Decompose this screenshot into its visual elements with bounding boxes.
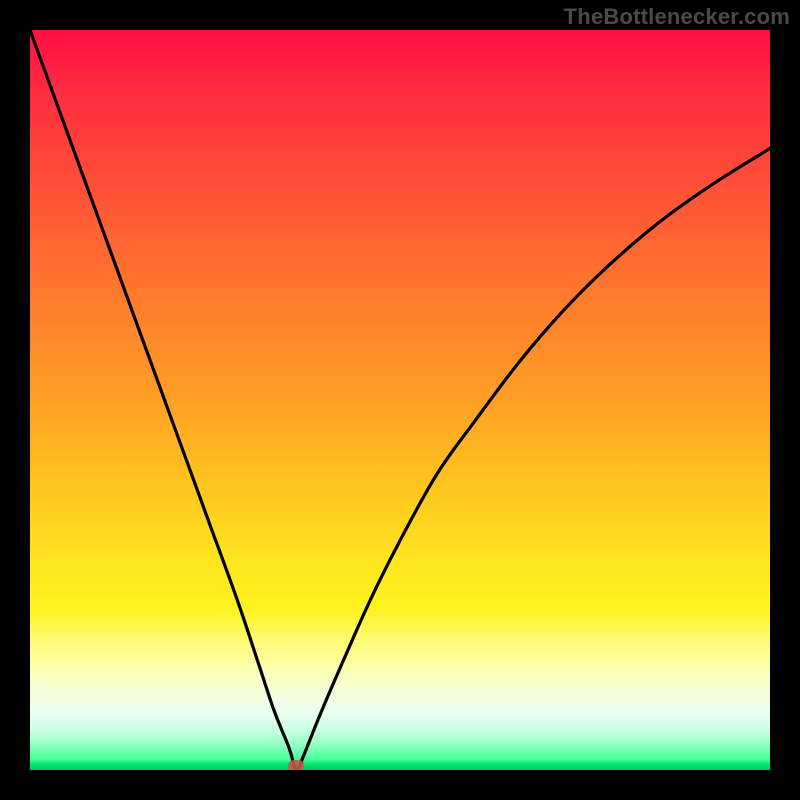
watermark-text: TheBottlenecker.com: [564, 4, 790, 30]
plot-area: [30, 30, 770, 770]
optimum-marker: [288, 760, 304, 770]
bottleneck-curve: [30, 30, 770, 770]
chart-frame: TheBottlenecker.com: [0, 0, 800, 800]
